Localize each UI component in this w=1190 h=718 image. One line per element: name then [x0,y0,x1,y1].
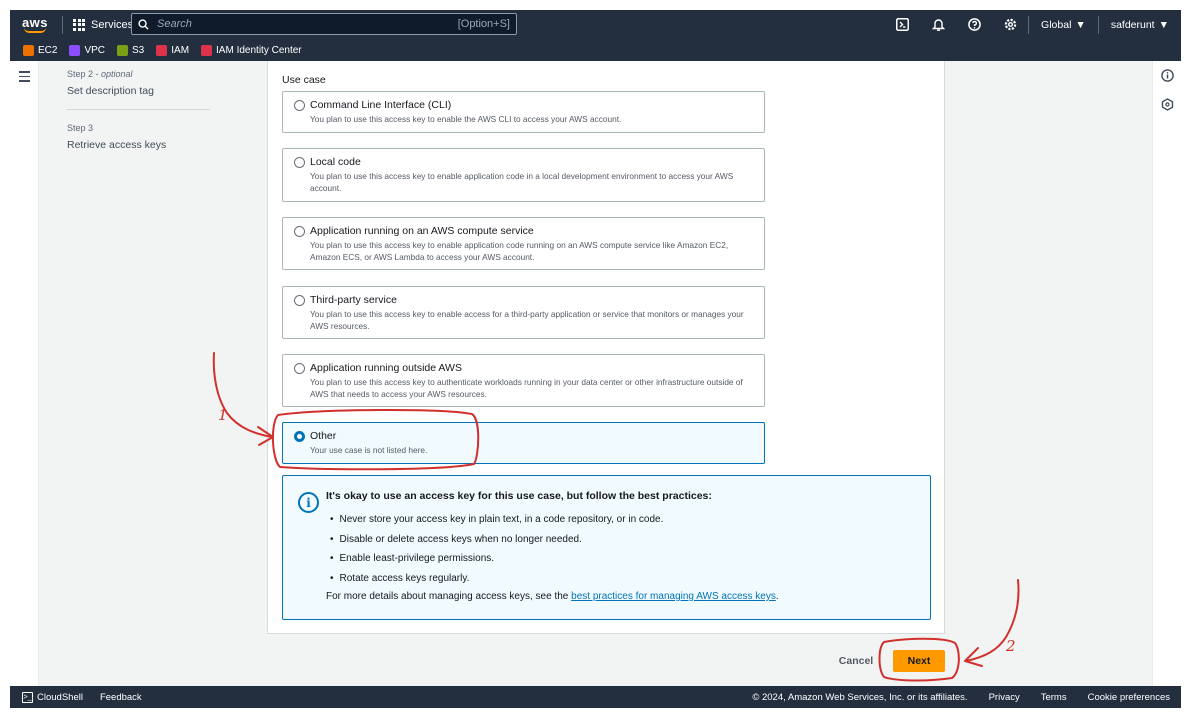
option-title: Other [310,430,337,442]
settings-button[interactable] [992,10,1028,39]
iam-identity-center-service-icon [201,44,213,56]
favorite-label: IAM Identity Center [216,44,302,56]
option-description: You plan to use this access key to enabl… [310,171,734,193]
ec2-service-icon [23,44,34,56]
search-shortcut: [Option+S] [457,18,510,30]
option-title: Command Line Interface (CLI) [310,99,452,111]
tutorial-panel-icon[interactable] [1161,98,1174,111]
option-title: Application running outside AWS [310,362,462,374]
best-practices-list: Never store your access key in plain tex… [330,510,664,589]
notifications-button[interactable] [920,10,956,39]
s3-service-icon [117,44,129,56]
option-title: Third-party service [310,294,397,306]
next-button[interactable]: Next [893,650,945,672]
list-item: Disable or delete access keys when no lo… [330,530,663,550]
services-menu-button[interactable]: Services [71,18,134,31]
region-label: Global [1041,18,1072,31]
cookie-preferences-link[interactable]: Cookie preferences [1088,692,1170,703]
use-case-option-outside-aws[interactable]: Application running outside AWS You plan… [282,354,765,407]
use-case-option-aws-compute[interactable]: Application running on an AWS compute se… [282,217,765,270]
favorite-label: VPC [84,44,106,56]
search-placeholder: Search [157,18,192,30]
option-description: You plan to use this access key to authe… [310,377,743,399]
gear-icon [1004,18,1016,31]
favorite-label: EC2 [38,44,58,56]
account-menu[interactable]: safderunt ▼ [1099,19,1181,31]
favorite-ec2[interactable]: EC2 [23,44,58,56]
list-item: Enable least-privilege permissions. [330,549,663,569]
iam-service-icon [156,44,168,56]
cancel-button[interactable]: Cancel [832,651,880,671]
favorite-vpc[interactable]: VPC [69,44,106,56]
info-panel-icon[interactable] [1161,69,1174,82]
services-label: Services [91,18,134,31]
use-case-label: Use case [282,74,326,86]
radio-button[interactable] [294,363,305,374]
option-description: You plan to use this access key to enabl… [310,240,729,262]
left-rail [10,61,39,686]
caret-down-icon: ▼ [1158,18,1169,31]
option-description: You plan to use this access key to enabl… [310,114,622,124]
console-footer: >_ CloudShell Feedback © 2024, Amazon We… [10,686,1181,708]
alert-more-info: For more details about managing access k… [326,591,779,602]
option-description: You plan to use this access key to enabl… [310,309,744,331]
terms-link[interactable]: Terms [1041,692,1067,703]
favorite-s3[interactable]: S3 [117,44,145,56]
radio-button-selected[interactable] [294,431,305,442]
favorite-iam[interactable]: IAM [156,44,190,56]
search-icon [138,18,149,30]
favorite-label: IAM [171,44,190,56]
region-selector[interactable]: Global ▼ [1029,19,1098,31]
favorites-bar: EC2 VPC S3 IAM IAM Identity Center [10,39,1181,61]
terminal-icon: >_ [22,691,33,703]
copyright-text: © 2024, Amazon Web Services, Inc. or its… [752,691,968,703]
help-button[interactable] [956,10,992,39]
step-3-label: Step 3 [67,123,94,133]
search-input[interactable]: Search [Option+S] [131,13,517,35]
privacy-link[interactable]: Privacy [989,692,1020,703]
bell-icon [931,19,945,31]
aws-logo[interactable]: aws [16,10,54,39]
option-title: Application running on an AWS compute se… [310,225,534,237]
use-case-option-other[interactable]: Other Your use case is not listed here. [282,422,765,464]
step-divider [67,109,210,110]
step-2-title[interactable]: Set description tag [67,85,154,97]
favorite-label: S3 [132,44,145,56]
top-navigation: aws Services Search [Option+S] Global ▼ … [10,10,1181,39]
best-practices-link[interactable]: best practices for managing AWS access k… [571,591,776,602]
radio-button[interactable] [294,295,305,306]
step-3-title: Retrieve access keys [67,139,167,151]
alert-heading: It's okay to use an access key for this … [326,490,712,502]
step-2-label: Step 2 - optional [67,69,133,79]
radio-button[interactable] [294,157,305,168]
radio-button[interactable] [294,226,305,237]
feedback-link[interactable]: Feedback [100,692,142,703]
help-icon [967,18,981,31]
radio-button[interactable] [294,100,305,111]
vpc-service-icon [69,44,81,56]
favorite-iam-identity-center[interactable]: IAM Identity Center [201,44,302,56]
option-description: Your use case is not listed here. [310,445,428,455]
cloudshell-link[interactable]: CloudShell [37,692,83,703]
use-case-option-third-party[interactable]: Third-party service You plan to use this… [282,286,765,339]
menu-icon[interactable] [19,71,30,85]
right-rail [1152,61,1181,686]
use-case-option-cli[interactable]: Command Line Interface (CLI) You plan to… [282,91,765,133]
terminal-icon [895,18,909,31]
info-icon: i [298,492,319,513]
account-label: safderunt [1110,18,1155,31]
caret-down-icon: ▼ [1075,18,1086,31]
grid-icon [73,18,85,31]
cloudshell-button[interactable] [884,10,920,39]
option-title: Local code [310,156,361,168]
best-practices-alert: i It's okay to use an access key for thi… [282,475,931,620]
use-case-option-local-code[interactable]: Local code You plan to use this access k… [282,148,765,202]
list-item: Never store your access key in plain tex… [330,510,664,530]
list-item: Rotate access keys regularly. [330,569,663,589]
